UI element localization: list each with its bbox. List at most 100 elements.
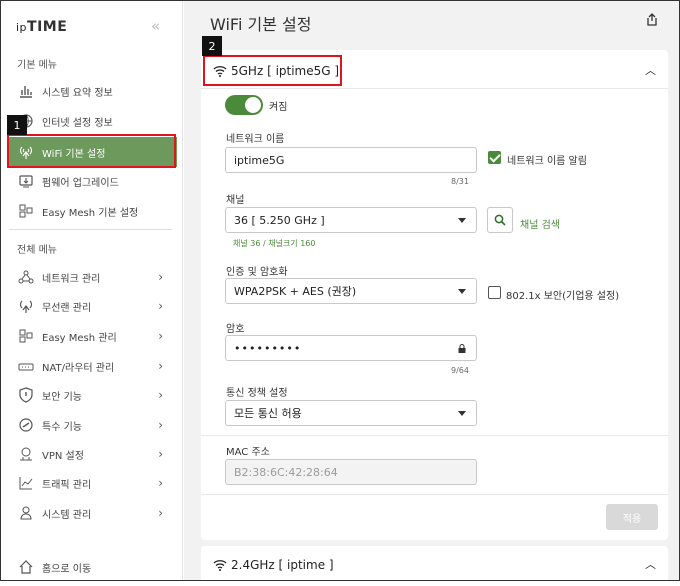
sidebar-item-label: 보안 기능: [42, 391, 82, 403]
sidebar-item-label: NAT/라우터 관리: [42, 362, 115, 374]
power-toggle[interactable]: [225, 95, 263, 115]
logo: ipTIME: [16, 19, 68, 35]
chevron-right-icon: ›: [158, 329, 163, 343]
auth-select[interactable]: WPA2PSK + AES (권장): [225, 278, 477, 304]
sidebar-item-vpn[interactable]: VPN 설정 ›: [7, 439, 177, 469]
sidebar-item-label: 홈으로 이동: [42, 563, 92, 575]
sidebar-item-label: 시스템 요약 정보: [42, 87, 113, 99]
sidebar-item-label: Easy Mesh 관리: [42, 332, 117, 344]
export-icon[interactable]: [645, 13, 659, 30]
chevron-up-icon[interactable]: ︿: [645, 62, 656, 78]
dropdown-caret-icon: [458, 218, 466, 223]
show-name-checkbox[interactable]: [488, 151, 501, 164]
password-counter: 9/64: [451, 366, 469, 375]
channel-hint: 채널 36 / 채널크기 160: [233, 239, 316, 248]
sidebar-item-nat-router[interactable]: NAT/라우터 관리 ›: [7, 351, 177, 381]
all-menu-title: 전체 메뉴: [17, 245, 57, 256]
channel-label: 채널: [226, 195, 245, 206]
main-panel: WiFi 기본 설정 5GHz [ iptime5G ] ︿ 켜짐 네트워크 이…: [184, 1, 679, 586]
dropdown-caret-icon: [458, 289, 466, 294]
network-name-counter: 8/31: [451, 177, 469, 186]
channel-search-link[interactable]: 채널 검색: [520, 216, 560, 231]
chevron-right-icon: ›: [158, 418, 163, 432]
shield-icon: [17, 387, 34, 404]
collapse-sidebar-icon[interactable]: «: [151, 17, 160, 35]
system-icon: [17, 505, 34, 522]
bar-chart-icon: [17, 83, 34, 100]
sidebar-item-network[interactable]: 네트워크 관리 ›: [7, 262, 177, 292]
router-icon: [17, 358, 34, 375]
sidebar-item-label: 펌웨어 업그레이드: [42, 177, 119, 189]
sidebar-item-system[interactable]: 시스템 관리 ›: [7, 498, 177, 528]
network-name-label: 네트워크 이름: [226, 134, 285, 145]
band-24ghz-card: 2.4GHz [ iptime ] ︿: [201, 546, 668, 586]
sidebar-item-label: 시스템 관리: [42, 509, 92, 521]
divider: [201, 88, 668, 89]
band-24ghz-title: 2.4GHz [ iptime ]: [231, 558, 334, 572]
chevron-right-icon: ›: [158, 359, 163, 373]
search-icon: [494, 214, 506, 226]
lock-icon: [458, 344, 466, 353]
sidebar-item-label: 무선랜 관리: [42, 302, 92, 314]
home-icon: [17, 559, 34, 576]
sidebar-item-security[interactable]: 보안 기능 ›: [7, 380, 177, 410]
sidebar-item-system-summary[interactable]: 시스템 요약 정보: [7, 76, 177, 106]
chevron-right-icon: ›: [158, 299, 163, 313]
divider: [9, 229, 172, 230]
auth-label: 인증 및 암호화: [226, 267, 288, 278]
network-icon: [17, 269, 34, 286]
password-input[interactable]: •••••••••: [225, 335, 477, 361]
wifi-icon: [213, 560, 227, 571]
show-name-label: 네트워크 이름 알림: [507, 156, 587, 167]
page-title: WiFi 기본 설정: [210, 15, 312, 34]
enterprise-checkbox[interactable]: [488, 286, 501, 299]
sidebar-item-traffic[interactable]: 트래픽 관리 ›: [7, 468, 177, 498]
special-icon: [17, 417, 34, 434]
chevron-right-icon: ›: [158, 388, 163, 402]
sidebar-item-easymesh[interactable]: Easy Mesh 관리 ›: [7, 321, 177, 351]
apply-button[interactable]: 적용: [606, 504, 658, 530]
sidebar-item-wireless[interactable]: 무선랜 관리 ›: [7, 291, 177, 321]
chevron-up-icon[interactable]: ︿: [645, 556, 656, 572]
enterprise-label: 802.1x 보안(기업용 설정): [506, 291, 620, 302]
band-5ghz-card: 5GHz [ iptime5G ] ︿ 켜짐 네트워크 이름 iptime5G …: [201, 50, 668, 540]
sidebar-item-label: VPN 설정: [42, 450, 84, 462]
basic-menu-title: 기본 메뉴: [17, 60, 57, 71]
channel-search-button[interactable]: [487, 207, 513, 233]
power-toggle-label: 켜짐: [269, 102, 288, 113]
sidebar-item-label: Easy Mesh 기본 설정: [42, 207, 139, 219]
chevron-right-icon: ›: [158, 270, 163, 284]
sidebar-item-label: 트래픽 관리: [42, 479, 92, 491]
channel-select[interactable]: 36 [ 5.250 GHz ]: [225, 207, 477, 233]
mesh-icon: [17, 328, 34, 345]
traffic-icon: [17, 475, 34, 492]
sidebar-item-easymesh-basic[interactable]: Easy Mesh 기본 설정: [7, 196, 177, 226]
band-24ghz-header[interactable]: 2.4GHz [ iptime ]: [213, 558, 334, 572]
sidebar-item-label: 특수 기능: [42, 421, 82, 433]
mac-label: MAC 주소: [226, 447, 270, 458]
policy-label: 통신 정책 설정: [226, 388, 288, 399]
firmware-icon: [17, 173, 34, 190]
password-label: 암호: [226, 324, 245, 335]
divider: [201, 494, 668, 495]
annotation-badge-1: 1: [7, 115, 27, 135]
annotation-badge-2: 2: [202, 36, 222, 56]
sidebar-item-special[interactable]: 특수 기능 ›: [7, 410, 177, 440]
dropdown-caret-icon: [458, 411, 466, 416]
sidebar-item-firmware[interactable]: 펌웨어 업그레이드: [7, 166, 177, 196]
chevron-right-icon: ›: [158, 447, 163, 461]
divider: [201, 435, 668, 436]
policy-select[interactable]: 모든 통신 허용: [225, 400, 477, 426]
sidebar-item-label: 네트워크 관리: [42, 273, 101, 285]
wireless-icon: [17, 298, 34, 315]
sidebar: ipTIME « 기본 메뉴 시스템 요약 정보 인터넷 설정 정보 WiFi …: [1, 1, 183, 580]
mesh-icon: [17, 203, 34, 220]
highlight-box-1: [7, 134, 176, 168]
highlight-box-2: [203, 55, 342, 86]
sidebar-item-internet[interactable]: 인터넷 설정 정보: [7, 106, 177, 136]
vpn-icon: [17, 446, 34, 463]
network-name-input[interactable]: iptime5G: [225, 147, 477, 173]
sidebar-item-home[interactable]: 홈으로 이동: [7, 552, 177, 582]
mac-input: B2:38:6C:42:28:64: [225, 459, 477, 485]
chevron-right-icon: ›: [158, 506, 163, 520]
